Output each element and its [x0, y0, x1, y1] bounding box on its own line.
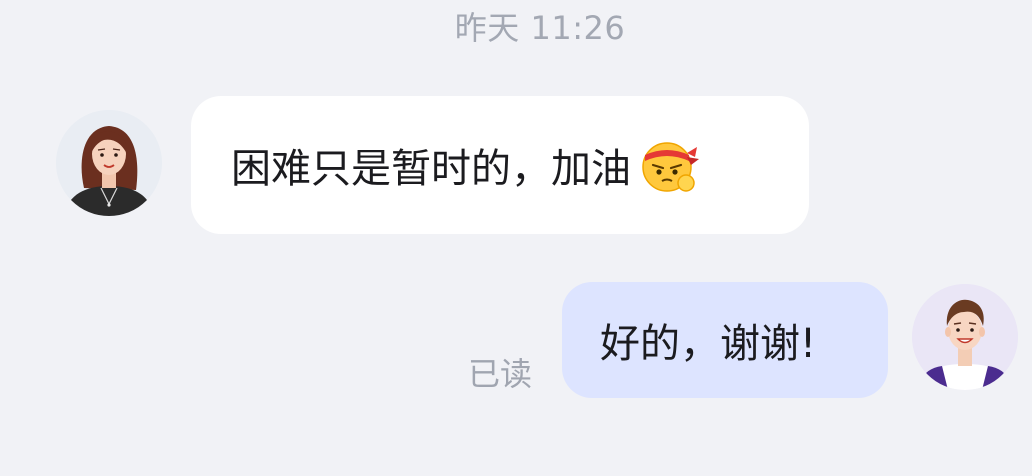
outgoing-message-text: 好的，谢谢! [600, 321, 817, 367]
chat-screen: 昨天 11:26 困难只是暂时的，加油 已读 好的，谢谢! [0, 0, 1032, 476]
woman-avatar-icon [56, 110, 162, 216]
incoming-message-text: 困难只是暂时的，加油 [231, 146, 631, 192]
woman-avatar[interactable] [56, 110, 162, 216]
message-timestamp: 昨天 11:26 [454, 9, 626, 47]
man-avatar-icon [912, 284, 1018, 390]
outgoing-message-bubble[interactable]: 好的，谢谢! [562, 282, 888, 398]
man-avatar[interactable] [912, 284, 1018, 390]
incoming-message-bubble[interactable]: 困难只是暂时的，加油 [191, 96, 809, 234]
headband-fighting-emoji-icon [637, 133, 701, 197]
read-status: 已读 [468, 355, 533, 393]
